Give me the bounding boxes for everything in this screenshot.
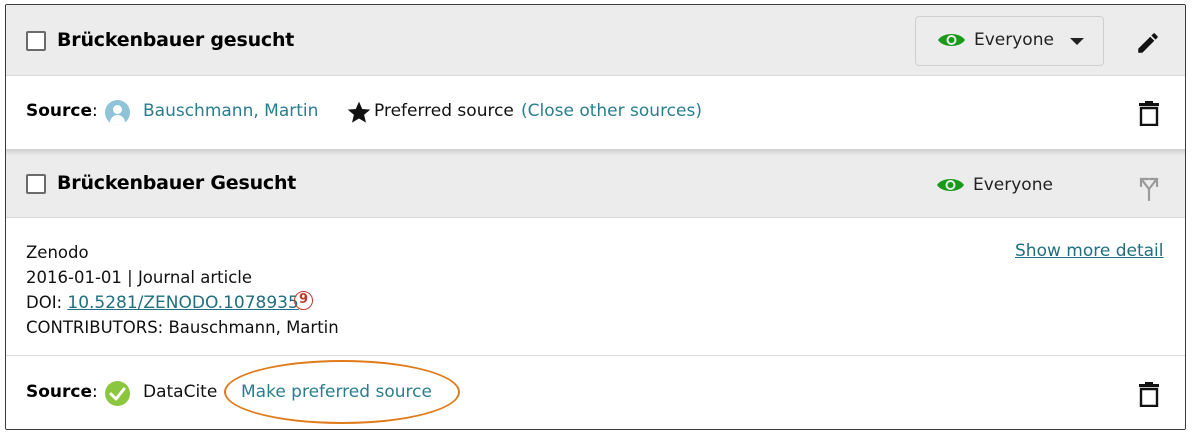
- check-circle-icon: [105, 381, 130, 406]
- user-avatar-icon: [105, 100, 130, 125]
- doi-link[interactable]: 10.5281/ZENODO.1078935: [67, 293, 298, 313]
- select-work-checkbox[interactable]: [26, 31, 46, 51]
- work-title: Brückenbauer gesucht: [57, 29, 295, 51]
- source-row-preferred: Source: Bauschmann, Martin Preferred sou…: [6, 76, 1185, 149]
- doi-line: DOI: 10.5281/ZENODO.1078935: [26, 290, 299, 316]
- caret-down-icon: [1070, 38, 1084, 45]
- work-title: Brückenbauer Gesucht: [57, 172, 297, 194]
- make-preferred-source-link[interactable]: Make preferred source: [241, 382, 432, 402]
- source-row-secondary: Source: DataCite Make preferred source: [6, 356, 1185, 429]
- preferred-source-label: Preferred source: [374, 101, 514, 121]
- publisher: Zenodo: [26, 243, 89, 262]
- source-name: Bauschmann, Martin: [143, 101, 319, 121]
- close-other-sources-link[interactable]: (Close other sources): [521, 101, 702, 121]
- pencil-icon[interactable]: [1135, 30, 1161, 56]
- date-and-type: 2016-01-01 | Journal article: [26, 268, 253, 287]
- visibility-label: Everyone: [974, 30, 1054, 50]
- work-header-secondary: Brückenbauer Gesucht Everyone: [6, 155, 1185, 218]
- show-more-detail-link[interactable]: Show more detail: [1015, 241, 1164, 261]
- eye-icon: [937, 179, 964, 191]
- source-name: DataCite: [143, 382, 218, 402]
- work-details: Zenodo 2016-01-01 | Journal article DOI:…: [6, 218, 1185, 356]
- star-icon: [347, 101, 371, 123]
- visibility-dropdown[interactable]: Everyone: [915, 16, 1104, 66]
- contributors: CONTRIBUTORS: Bauschmann, Martin: [26, 318, 339, 337]
- trash-icon[interactable]: [1138, 382, 1160, 407]
- merge-icon[interactable]: [1137, 175, 1161, 201]
- trash-icon[interactable]: [1138, 101, 1160, 126]
- work-header-preferred: Brückenbauer gesucht Everyone: [6, 5, 1185, 76]
- eye-icon: [938, 34, 965, 46]
- select-work-checkbox[interactable]: [26, 174, 46, 194]
- source-label: Source:: [26, 382, 98, 402]
- source-label: Source:: [26, 101, 98, 121]
- doi-label: DOI:: [26, 293, 63, 312]
- orcid-icon: 9: [294, 291, 313, 310]
- visibility-label: Everyone: [973, 175, 1053, 195]
- work-group-card: Brückenbauer gesucht Everyone Source: Ba…: [5, 4, 1186, 430]
- check-mark: [109, 387, 126, 401]
